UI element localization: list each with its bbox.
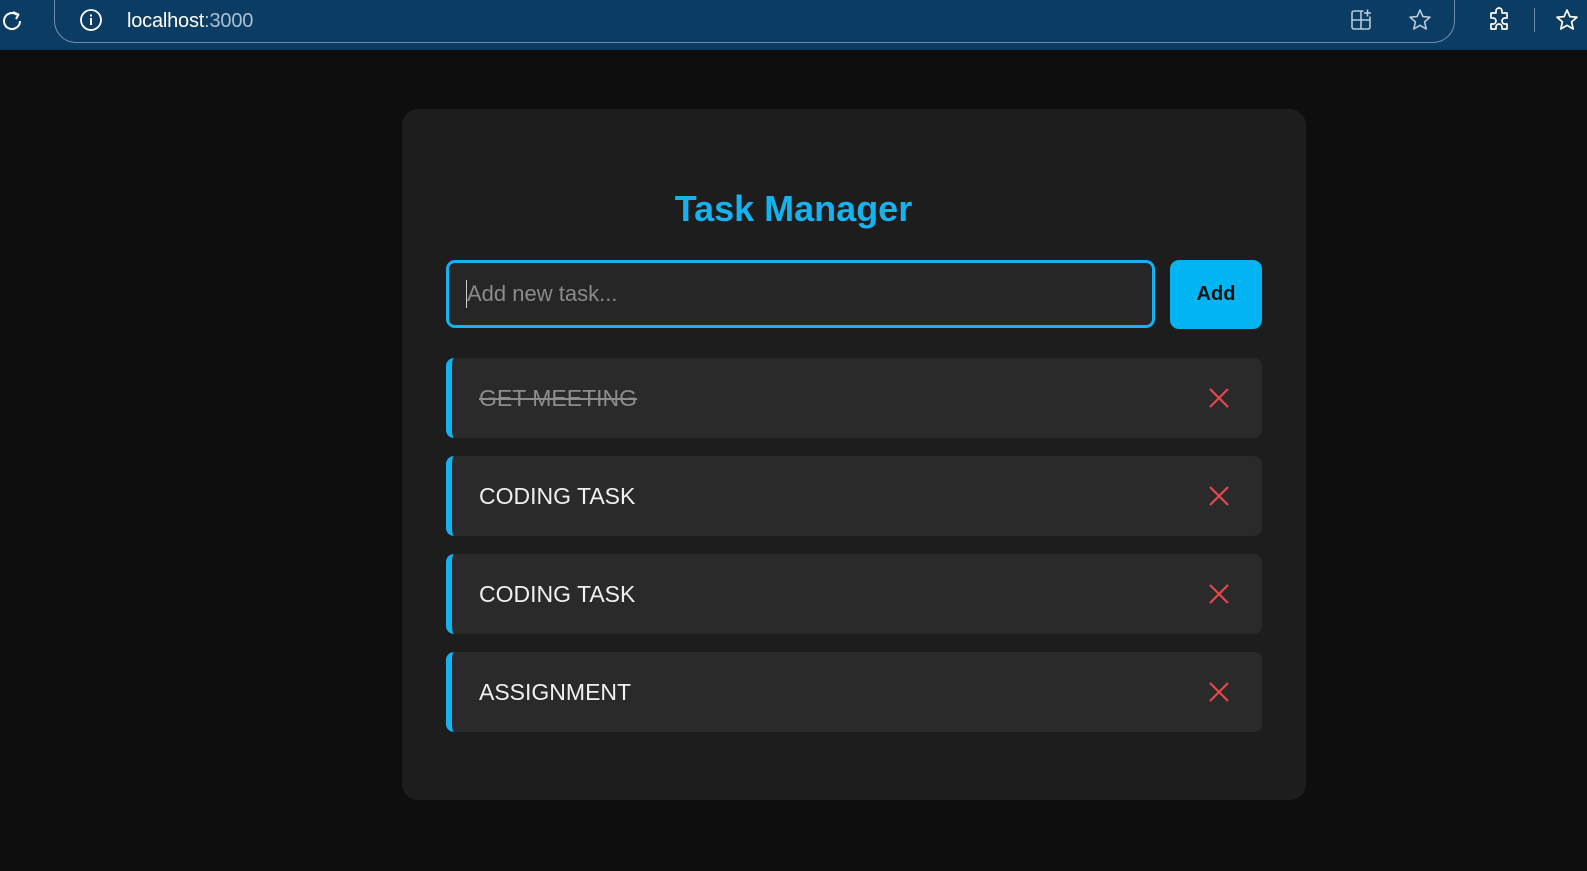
url-text[interactable]: localhost:3000 — [127, 9, 253, 33]
url-port: :3000 — [204, 10, 254, 32]
delete-task-button[interactable] — [1202, 577, 1236, 611]
task-text[interactable]: CODING TASK — [479, 456, 635, 536]
close-icon — [1209, 486, 1229, 506]
page-title: Task Manager — [674, 188, 913, 229]
task-item[interactable]: CODING TASK — [446, 456, 1262, 536]
add-task-button[interactable]: Add — [1170, 260, 1262, 329]
task-list: GET MEETING CODING TASK CODING TASK ASSI… — [446, 358, 1262, 750]
delete-task-button[interactable] — [1202, 479, 1236, 513]
toolbar-divider — [1534, 8, 1535, 32]
close-icon — [1209, 584, 1229, 604]
close-icon — [1209, 682, 1229, 702]
app-available-icon[interactable] — [1348, 7, 1374, 33]
delete-task-button[interactable] — [1202, 381, 1236, 415]
task-item[interactable]: ASSIGNMENT — [446, 652, 1262, 732]
favorite-star-icon[interactable] — [1407, 7, 1433, 33]
task-text[interactable]: GET MEETING — [479, 358, 637, 438]
task-text[interactable]: ASSIGNMENT — [479, 652, 631, 732]
address-bar[interactable]: localhost:3000 — [54, 0, 1455, 43]
task-item[interactable]: CODING TASK — [446, 554, 1262, 634]
close-icon — [1209, 388, 1229, 408]
extensions-icon[interactable] — [1486, 7, 1512, 33]
reload-icon — [3, 11, 22, 30]
browser-toolbar: localhost:3000 — [0, 0, 1587, 50]
new-task-input[interactable] — [446, 260, 1155, 328]
task-text[interactable]: CODING TASK — [479, 554, 635, 634]
reload-button[interactable] — [0, 8, 26, 34]
task-item[interactable]: GET MEETING — [446, 358, 1262, 438]
favorites-icon[interactable] — [1554, 7, 1580, 33]
url-host: localhost — [127, 10, 205, 32]
text-caret — [466, 280, 467, 308]
info-icon[interactable] — [79, 8, 103, 32]
delete-task-button[interactable] — [1202, 675, 1236, 709]
